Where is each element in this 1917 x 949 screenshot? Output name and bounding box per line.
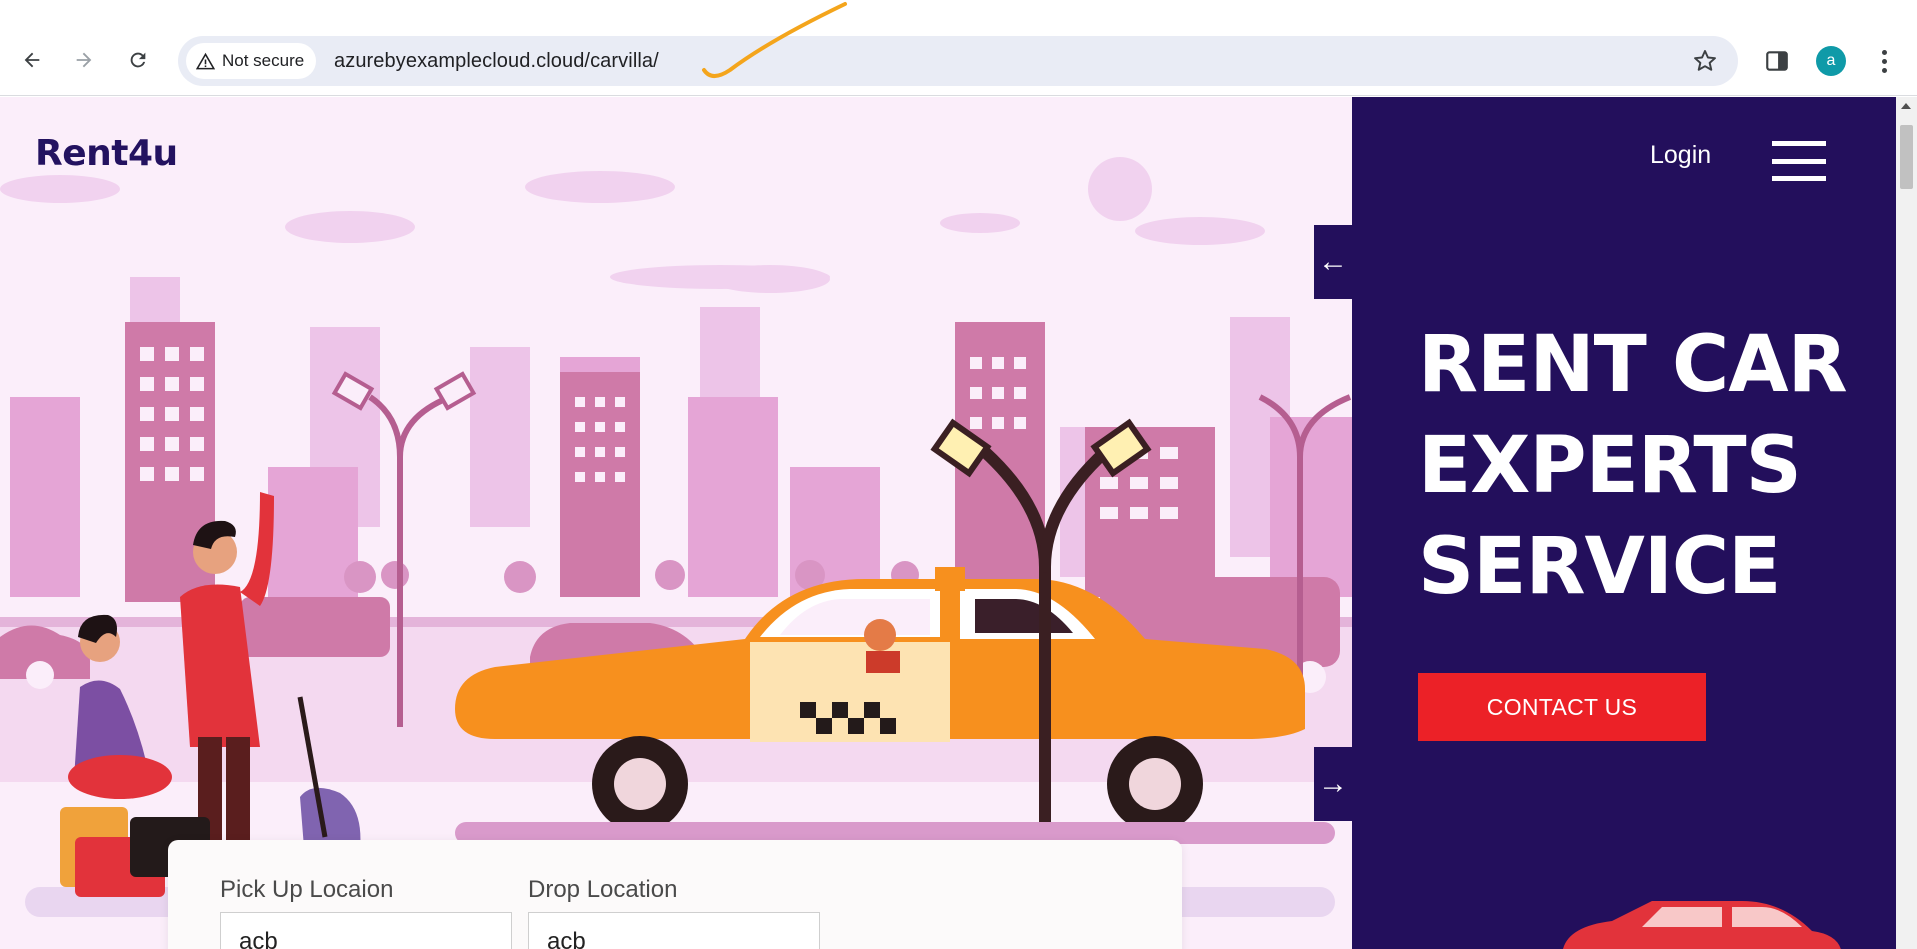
hero-headline: RENT CAR EXPERTS SERVICE [1418,315,1848,618]
brand-logo[interactable]: Rent4u [35,133,178,174]
hamburger-menu-icon[interactable] [1772,141,1826,181]
forward-arrow-icon [76,52,92,68]
slider-prev-button[interactable]: ← [1314,225,1352,299]
browser-toolbar: Not secure azurebyexamplecloud.cloud/car… [0,0,1917,96]
warning-triangle-icon [196,52,215,69]
scrollbar-thumb[interactable] [1900,125,1913,189]
login-link[interactable]: Login [1650,141,1711,170]
pickup-location-input[interactable] [220,912,512,949]
forward-button[interactable] [64,40,104,80]
pickup-location-label: Pick Up Locaion [220,876,394,903]
drop-location-label: Drop Location [528,876,678,903]
city-taxi-illustration [0,157,1352,917]
scroll-up-arrow-icon[interactable] [1901,103,1911,109]
page-scrollbar[interactable] [1896,97,1917,949]
drop-location-input[interactable] [528,912,820,949]
headline-line-2: EXPERTS [1418,421,1802,511]
security-chip[interactable]: Not secure [186,43,317,79]
hero-illustration: Rent4u Pick Up Locaion Drop Location [0,97,1352,949]
red-car-illustration [1563,901,1841,949]
reload-button[interactable] [118,40,158,80]
booking-form: Pick Up Locaion Drop Location [168,840,1182,949]
hero-side-panel: Login RENT CAR EXPERTS SERVICE CONTACT U… [1352,97,1896,949]
headline-line-3: SERVICE [1418,522,1781,612]
kebab-menu-icon[interactable] [1872,44,1896,78]
profile-avatar[interactable]: a [1816,46,1846,76]
web-page: Rent4u Pick Up Locaion Drop Location ← →… [0,97,1896,949]
headline-line-1: RENT CAR [1418,320,1848,410]
address-bar[interactable]: Not secure azurebyexamplecloud.cloud/car… [178,36,1738,86]
back-arrow-icon [24,52,40,68]
security-label: Not secure [222,51,305,70]
annotation-checkmark-stroke [702,2,847,78]
contact-us-button[interactable]: CONTACT US [1418,673,1706,741]
reload-icon [130,52,146,68]
star-bookmark-icon[interactable] [1692,48,1718,74]
url-text[interactable]: azurebyexamplecloud.cloud/carvilla/ [334,50,659,73]
back-button[interactable] [12,40,52,80]
slider-next-button[interactable]: → [1314,747,1352,821]
side-panel-icon[interactable] [1764,48,1790,74]
